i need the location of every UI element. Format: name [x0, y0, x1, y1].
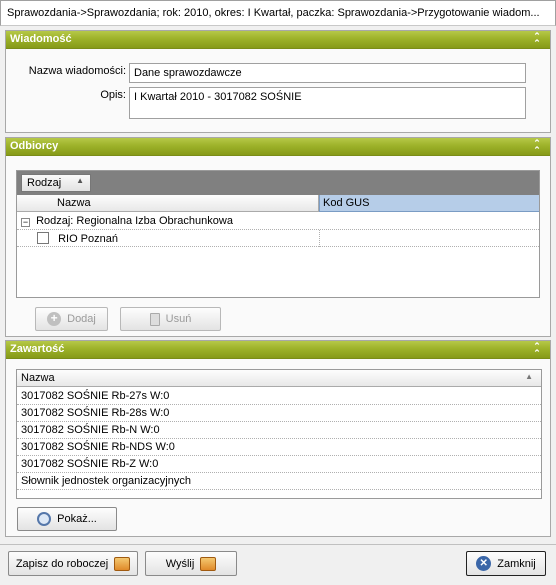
content-panel: Zawartość ⌃ ⌃ Nazwa ▲ 3017082 SOŚNIE Rb-2…	[5, 340, 551, 537]
close-button[interactable]: ✕ Zamknij	[466, 551, 546, 576]
save-draft-button[interactable]: Zapisz do roboczej	[8, 551, 138, 576]
recipients-panel-header[interactable]: Odbiorcy ⌃ ⌃	[6, 138, 550, 156]
sort-asc-icon: ▲	[76, 176, 84, 185]
collapse-group-icon[interactable]: −	[21, 218, 30, 227]
table-row[interactable]: 3017082 SOŚNIE Rb-Z W:0	[17, 456, 541, 473]
save-draft-icon	[114, 556, 131, 571]
collapse-icon[interactable]: ⌃ ⌃	[530, 342, 544, 358]
collapse-icon[interactable]: ⌃ ⌃	[530, 32, 544, 48]
close-label: Zamknij	[497, 557, 536, 570]
message-name-input[interactable]: Dane sprawozdawcze	[129, 63, 526, 83]
content-panel-header[interactable]: Zawartość ⌃ ⌃	[6, 341, 550, 359]
group-row[interactable]: − Rodzaj: Regionalna Izba Obrachunkowa	[17, 213, 539, 230]
add-button[interactable]: + Dodaj	[35, 307, 108, 331]
table-row[interactable]: 3017082 SOŚNIE Rb-NDS W:0	[17, 439, 541, 456]
message-name-label: Nazwa wiadomości:	[28, 65, 126, 77]
column-header-code-label: Kod GUS	[323, 197, 370, 209]
table-row[interactable]: 3017082 SOŚNIE Rb-27s W:0	[17, 388, 541, 405]
content-grid: Nazwa ▲ 3017082 SOŚNIE Rb-27s W:0 301708…	[16, 369, 542, 499]
remove-label: Usuń	[165, 313, 192, 325]
group-chip-rodzaj[interactable]: Rodzaj ▲	[21, 174, 91, 192]
magnifier-icon	[37, 512, 52, 526]
send-icon	[200, 556, 217, 571]
recipient-checkbox[interactable]	[37, 232, 49, 244]
window-title: Sprawozdania->Sprawozdania; rok: 2010, o…	[0, 0, 556, 26]
trash-icon	[149, 312, 160, 326]
recipient-code-cell	[319, 230, 320, 247]
message-desc-label: Opis:	[100, 89, 126, 101]
sort-asc-icon: ▲	[525, 372, 533, 381]
table-row[interactable]: 3017082 SOŚNIE Rb-N W:0	[17, 422, 541, 439]
message-panel-header[interactable]: Wiadomość ⌃ ⌃	[6, 31, 550, 49]
column-header-code[interactable]: Kod GUS	[319, 195, 539, 212]
collapse-icon[interactable]: ⌃ ⌃	[530, 139, 544, 155]
show-button[interactable]: Pokaż...	[17, 507, 117, 531]
message-panel: Wiadomość ⌃ ⌃ Nazwa wiadomości: Dane spra…	[5, 30, 551, 133]
add-icon: +	[47, 312, 62, 326]
content-column-header-label: Nazwa	[21, 372, 55, 384]
content-column-header-name[interactable]: Nazwa ▲	[17, 370, 541, 387]
group-row-label: Rodzaj: Regionalna Izba Obrachunkowa	[36, 215, 233, 227]
save-draft-label: Zapisz do roboczej	[15, 557, 109, 570]
message-desc-textarea[interactable]: I Kwartał 2010 - 3017082 SOŚNIE	[129, 87, 526, 119]
recipient-row[interactable]: RIO Poznań	[17, 230, 539, 247]
table-row[interactable]: 3017082 SOŚNIE Rb-28s W:0	[17, 405, 541, 422]
show-label: Pokaż...	[57, 513, 97, 525]
table-row[interactable]: Słownik jednostek organizacyjnych	[17, 473, 541, 490]
message-panel-title: Wiadomość	[10, 33, 72, 45]
group-chip-label: Rodzaj	[27, 177, 62, 189]
group-by-area: Rodzaj ▲	[17, 171, 539, 195]
add-label: Dodaj	[67, 313, 96, 325]
recipient-name: RIO Poznań	[58, 233, 118, 245]
recipients-grid: Rodzaj ▲ Nazwa Kod GUS − Rodzaj: Regiona…	[16, 170, 540, 298]
close-icon: ✕	[476, 556, 492, 571]
column-header-name-label: Nazwa	[57, 197, 91, 209]
send-label: Wyślij	[165, 557, 195, 570]
column-header-name[interactable]: Nazwa	[17, 195, 319, 212]
recipients-panel-title: Odbiorcy	[10, 140, 59, 152]
recipients-panel: Odbiorcy ⌃ ⌃ Rodzaj ▲ Nazwa Kod GUS − Rod…	[5, 137, 551, 337]
content-panel-title: Zawartość	[10, 343, 65, 355]
send-button[interactable]: Wyślij	[145, 551, 237, 576]
remove-button[interactable]: Usuń	[120, 307, 221, 331]
